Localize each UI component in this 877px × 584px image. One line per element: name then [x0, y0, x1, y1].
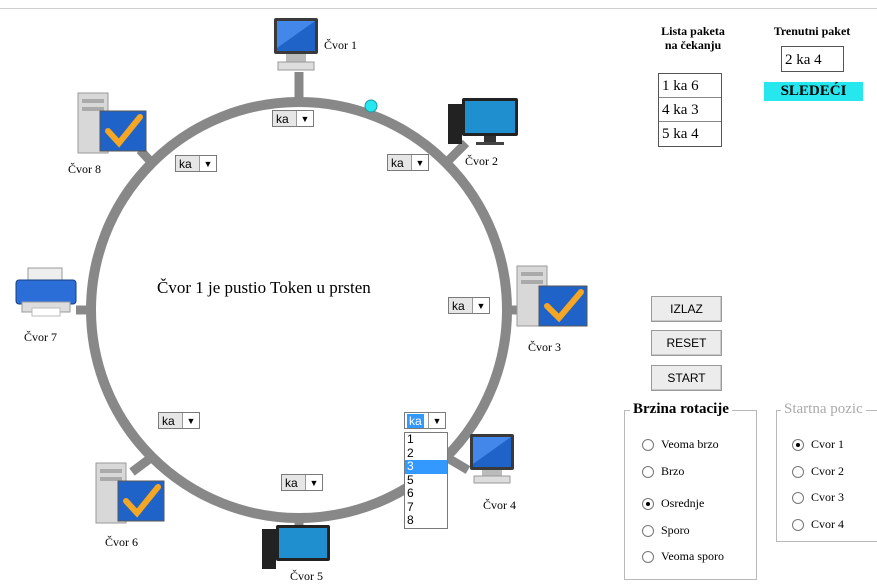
radio-circle-icon	[792, 518, 804, 531]
node-5-label: Čvor 5	[290, 569, 323, 583]
node-1-monitor-tower-icon	[274, 18, 318, 71]
node-1-destination-select[interactable]: ka ▼	[272, 110, 314, 127]
dropdown-option[interactable]: 6	[405, 486, 447, 501]
radio-label: Veoma brzo	[661, 437, 719, 451]
select-value: ka	[407, 413, 424, 428]
next-button[interactable]: SLEDEĆI	[764, 82, 863, 101]
chevron-down-icon: ▼	[428, 413, 445, 428]
radio-label: Veoma sporo	[661, 549, 724, 563]
node-2-desktop-computer-icon	[448, 98, 518, 145]
node-8-label: Čvor 8	[68, 162, 101, 176]
chevron-down-icon: ▼	[199, 156, 216, 171]
radio-label: Osrednje	[661, 496, 705, 510]
current-packet-value: 2 ka 4	[781, 46, 844, 72]
start-position-radio-1[interactable]: Cvor 1	[792, 437, 844, 452]
radio-label: Cvor 4	[811, 517, 844, 531]
radio-label: Sporo	[661, 523, 690, 537]
token-dot	[364, 99, 378, 113]
speed-radio-3[interactable]: Osrednje	[642, 496, 704, 511]
radio-label: Cvor 2	[811, 464, 844, 478]
queue-title-line1: Lista paketa	[661, 24, 725, 38]
node-3-label: Čvor 3	[528, 340, 561, 354]
list-item: 5 ka 4	[662, 126, 699, 142]
chevron-down-icon: ▼	[182, 413, 199, 428]
start-button[interactable]: START	[651, 365, 722, 391]
node-3-destination-select[interactable]: ka ▼	[448, 297, 490, 314]
radio-circle-icon	[792, 491, 804, 504]
radio-circle-icon	[642, 524, 654, 537]
radio-label: Brzo	[661, 464, 685, 478]
radio-circle-icon	[792, 438, 804, 451]
select-value: ka	[285, 475, 298, 490]
reset-button[interactable]: RESET	[651, 330, 722, 356]
node-4-label: Čvor 4	[483, 498, 516, 512]
connector-node-8	[136, 146, 156, 167]
radio-circle-icon	[642, 465, 654, 478]
pending-packets-list: 1 ka 6 4 ka 3 5 ka 4	[658, 73, 722, 147]
select-value: ka	[391, 155, 404, 170]
select-value: ka	[162, 413, 175, 428]
node-8-destination-select[interactable]: ka ▼	[175, 155, 217, 172]
node-3-server-tower-icon	[516, 265, 588, 327]
start-position-radio-2[interactable]: Cvor 2	[792, 464, 844, 479]
radio-label: Cvor 3	[811, 490, 844, 504]
connector-node-2	[442, 139, 470, 167]
list-item: 1 ka 6	[659, 74, 721, 98]
radio-label: Cvor 1	[811, 437, 844, 451]
node-5-destination-select[interactable]: ka ▼	[281, 474, 323, 491]
node-4-destination-select[interactable]: ka ▼	[404, 412, 446, 429]
select-value: ka	[276, 111, 289, 126]
node-1-label: Čvor 1	[324, 38, 357, 52]
radio-circle-icon	[642, 497, 654, 510]
node-4-destination-options[interactable]: 1235678	[404, 432, 448, 529]
chevron-down-icon: ▼	[411, 155, 428, 170]
start-position-radio-4[interactable]: Cvor 4	[792, 517, 844, 532]
list-item: 4 ka 3	[659, 98, 721, 122]
dropdown-option[interactable]: 7	[405, 500, 447, 515]
status-message: Čvor 1 je pustio Token u prsten	[157, 278, 371, 297]
node-6-label: Čvor 6	[105, 535, 138, 549]
current-packet-title: Trenutni paket	[773, 24, 851, 38]
radio-circle-icon	[642, 438, 654, 451]
node-7-printer-icon	[15, 267, 77, 317]
radio-circle-icon	[642, 550, 654, 563]
dropdown-option[interactable]: 3	[405, 459, 447, 474]
start-position-radio-3[interactable]: Cvor 3	[792, 490, 844, 505]
speed-radio-4[interactable]: Sporo	[642, 523, 690, 538]
connector-node-6	[129, 453, 155, 476]
chevron-down-icon: ▼	[472, 298, 489, 313]
chevron-down-icon: ▼	[305, 475, 322, 490]
select-value: ka	[452, 298, 465, 313]
node-4-monitor-tower-icon	[470, 434, 514, 484]
start-position-title: Startna pozic	[781, 401, 866, 418]
dropdown-option[interactable]: 2	[405, 446, 447, 461]
node-2-destination-select[interactable]: ka ▼	[387, 154, 429, 171]
node-5-desktop-computer-icon	[262, 525, 330, 569]
dropdown-option[interactable]: 5	[405, 473, 447, 488]
queue-title: Lista paketa na čekanju	[648, 24, 738, 52]
connector-node-4	[443, 453, 471, 474]
node-6-server-tower-icon	[95, 462, 165, 524]
exit-button[interactable]: IZLAZ	[651, 296, 722, 322]
dropdown-option[interactable]: 8	[405, 513, 447, 528]
node-8-server-tower-icon	[77, 92, 147, 154]
speed-radio-2[interactable]: Brzo	[642, 464, 684, 479]
speed-radio-5[interactable]: Veoma sporo	[642, 549, 724, 564]
node-2-label: Čvor 2	[465, 154, 498, 168]
speed-group-title: Brzina rotacije	[630, 401, 732, 418]
dropdown-option[interactable]: 1	[405, 432, 447, 447]
select-value: ka	[179, 156, 192, 171]
node-6-destination-select[interactable]: ka ▼	[158, 412, 200, 429]
radio-circle-icon	[792, 465, 804, 478]
queue-title-line2: na čekanju	[664, 38, 722, 52]
speed-radio-1[interactable]: Veoma brzo	[642, 437, 719, 452]
chevron-down-icon: ▼	[296, 111, 313, 126]
node-7-label: Čvor 7	[24, 330, 57, 344]
